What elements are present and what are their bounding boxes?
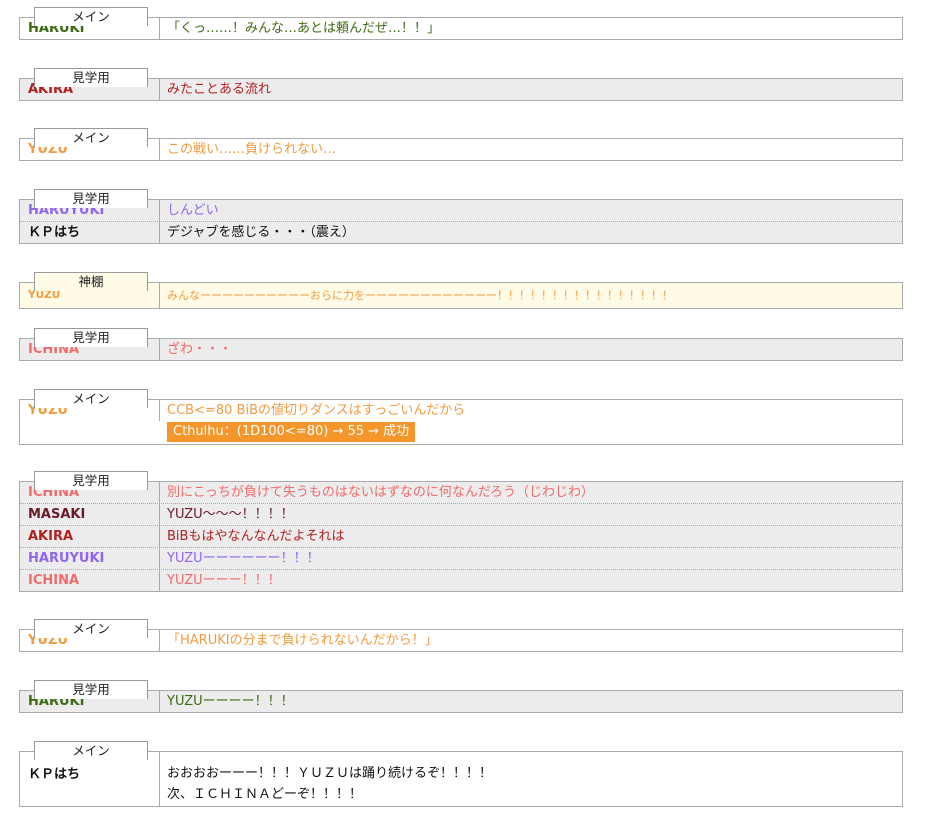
- message-box: HARUKI 「くっ……！みんな…あとは頼んだぜ…！！」: [19, 17, 903, 40]
- tab-label: 見学用: [34, 328, 148, 347]
- message-text: YUZUーーーー！！！: [167, 694, 294, 709]
- message-row: MASAKI YUZU～～～！！！！: [20, 503, 902, 525]
- message-row: ICHINA ざわ・・・: [20, 339, 902, 360]
- message-text: みたことある流れ: [167, 82, 272, 97]
- tab-label: メイン: [34, 128, 148, 147]
- message-text: しんどい: [167, 203, 219, 218]
- message-row: YUZU 「HARUKIの分まで負けられないんだから！」: [20, 630, 902, 651]
- message-text: 別にこっちが負けて失うものはないはずなのに何なんだろう（じわじわ）: [167, 485, 595, 500]
- message-text: 「くっ……！みんな…あとは頼んだぜ…！！」: [167, 21, 441, 36]
- message-box: YUZU 「HARUKIの分まで負けられないんだから！」: [19, 629, 903, 652]
- message-row: HARUYUKI YUZUーーーーーー！！！: [20, 547, 902, 569]
- tab-label: 見学用: [34, 680, 148, 699]
- dice-result: Cthulhu：(1D100<=80) → 55 → 成功: [167, 422, 416, 442]
- speaker-name: HARUYUKI: [20, 548, 160, 569]
- message-text: デジャブを感じる・・・（震え）: [167, 225, 355, 240]
- message-text: YUZUーーー！！！: [167, 573, 281, 588]
- message-row: ＫＰはち おおおおーーー！！！ＹＵＺＵは踊り続けるぞ！！！！ 次、ＩＣＨＩＮＡど…: [20, 752, 902, 806]
- message-text: みんなーーーーーーーーーーおらに力をーーーーーーーーーーーー！！！！！！！！！！…: [167, 289, 673, 302]
- message-text: 「HARUKIの分まで負けられないんだから！」: [167, 633, 438, 648]
- message-row: YUZU この戦い……負けられない…: [20, 139, 902, 160]
- message-text: CCB<=80 BiBの値切りダンスはすっごいんだから: [167, 403, 466, 418]
- speaker-name: ＫＰはち: [20, 752, 160, 806]
- message-row: ＫＰはち デジャブを感じる・・・（震え）: [20, 221, 902, 243]
- message-row: HARUKI 「くっ……！みんな…あとは頼んだぜ…！！」: [20, 18, 902, 39]
- message-row: AKIRA みたことある流れ: [20, 79, 902, 100]
- message-row: AKIRA BiBもはやなんなんだよそれは: [20, 525, 902, 547]
- tab-label: メイン: [34, 741, 148, 760]
- speaker-name: MASAKI: [20, 504, 160, 525]
- message-box: HARUKI YUZUーーーー！！！: [19, 690, 903, 713]
- speaker-name: ＫＰはち: [20, 222, 160, 243]
- message-box: HARUYUKI しんどい ＫＰはち デジャブを感じる・・・（震え）: [19, 199, 903, 244]
- message-box: YUZU みんなーーーーーーーーーーおらに力をーーーーーーーーーーーー！！！！！…: [19, 282, 903, 309]
- message-box: YUZU CCB<=80 BiBの値切りダンスはすっごいんだから Cthulhu…: [19, 399, 903, 445]
- message-text: この戦い……負けられない…: [167, 142, 337, 157]
- message-text: YUZU～～～！！！！: [167, 507, 294, 522]
- message-row: HARUKI YUZUーーーー！！！: [20, 691, 902, 712]
- message-row: YUZU みんなーーーーーーーーーーおらに力をーーーーーーーーーーーー！！！！！…: [20, 283, 902, 308]
- message-row: YUZU CCB<=80 BiBの値切りダンスはすっごいんだから Cthulhu…: [20, 400, 902, 444]
- message-box: ＫＰはち おおおおーーー！！！ＹＵＺＵは踊り続けるぞ！！！！ 次、ＩＣＨＩＮＡど…: [19, 751, 903, 807]
- message-text: BiBもはやなんなんだよそれは: [167, 529, 345, 544]
- speaker-name: AKIRA: [20, 526, 160, 547]
- tab-label: メイン: [34, 389, 148, 408]
- tab-label: 見学用: [34, 471, 148, 490]
- message-text: ざわ・・・: [167, 342, 233, 357]
- speaker-name: ICHINA: [20, 570, 160, 591]
- message-box: AKIRA みたことある流れ: [19, 78, 903, 101]
- message-row: ICHINA YUZUーーー！！！: [20, 569, 902, 591]
- message-text: YUZUーーーーーー！！！: [167, 551, 320, 566]
- message-row: ICHINA 別にこっちが負けて失うものはないはずなのに何なんだろう（じわじわ）: [20, 482, 902, 503]
- chat-log: メイン HARUKI 「くっ……！みんな…あとは頼んだぜ…！！」 見学用 AKI…: [0, 0, 925, 815]
- tab-label: 見学用: [34, 68, 148, 87]
- message-text: 次、ＩＣＨＩＮＡどーぞ！！！！: [167, 787, 363, 802]
- tab-label: メイン: [34, 7, 148, 26]
- tab-label: 見学用: [34, 189, 148, 208]
- message-row: HARUYUKI しんどい: [20, 200, 902, 221]
- message-box: YUZU この戦い……負けられない…: [19, 138, 903, 161]
- tab-label: 神棚: [34, 272, 148, 291]
- message-box: ICHINA 別にこっちが負けて失うものはないはずなのに何なんだろう（じわじわ）…: [19, 481, 903, 592]
- message-text: おおおおーーー！！！ＹＵＺＵは踊り続けるぞ！！！！: [167, 766, 493, 781]
- message-box: ICHINA ざわ・・・: [19, 338, 903, 361]
- tab-label: メイン: [34, 619, 148, 638]
